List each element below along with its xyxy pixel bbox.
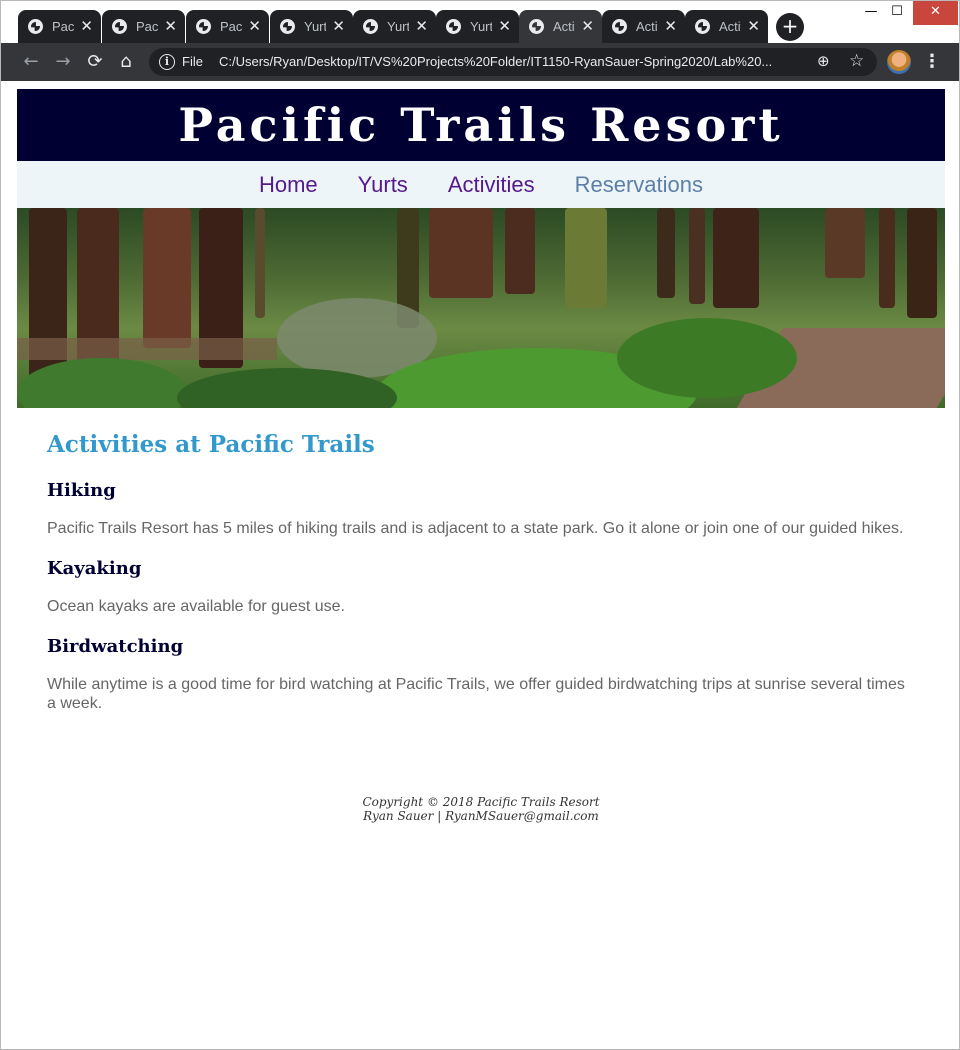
profile-avatar[interactable]	[887, 50, 911, 74]
section-heading-hiking: Hiking	[47, 480, 116, 501]
globe-icon	[363, 19, 378, 34]
globe-icon	[112, 19, 127, 34]
tree-trunk	[689, 208, 705, 304]
browser-tab[interactable]: Yurts ✕	[270, 10, 353, 43]
tab-title: Pacific Trails Resort	[220, 19, 242, 34]
site-info-icon[interactable]: i	[159, 54, 175, 70]
main-nav: Home Yurts Activities Reservations	[17, 161, 945, 208]
globe-icon	[612, 19, 627, 34]
address-bar[interactable]: i File C:/Users/Ryan/Desktop/IT/VS%20Pro…	[149, 48, 877, 76]
minimize-button[interactable]: —	[859, 1, 883, 25]
globe-icon	[280, 19, 295, 34]
tab-title: Yurts	[470, 19, 492, 34]
close-tab-icon[interactable]: ✕	[80, 19, 93, 34]
menu-icon[interactable]: ⋮	[923, 49, 941, 75]
reload-icon[interactable]: ⟳	[84, 51, 106, 73]
tree-trunk	[505, 208, 535, 294]
section-text-birdwatching: While anytime is a good time for bird wa…	[47, 676, 905, 712]
tree-trunk	[657, 208, 675, 298]
zoom-icon[interactable]: ⊕	[817, 52, 830, 70]
tree-trunk	[907, 208, 937, 318]
nav-link-home[interactable]: Home	[239, 161, 338, 208]
hero-forest-image	[17, 208, 945, 408]
trail-path	[17, 338, 277, 360]
back-arrow-icon[interactable]: ←	[20, 51, 42, 73]
tree-trunk	[825, 208, 865, 278]
main-content: Activities at Pacific Trails Hiking Paci…	[17, 430, 945, 713]
tree-trunk	[255, 208, 265, 318]
browser-tab[interactable]: Pacific Trails Resort ✕	[18, 10, 101, 43]
tab-title: Activities	[719, 19, 741, 34]
copyright-text: Copyright © 2018 Pacific Trails Resort	[362, 795, 600, 809]
section-heading-kayaking: Kayaking	[47, 558, 142, 579]
close-tab-icon[interactable]: ✕	[248, 19, 261, 34]
tree-trunk	[879, 208, 895, 308]
globe-icon	[446, 19, 461, 34]
maximize-button[interactable]: ☐	[885, 1, 909, 25]
browser-tab[interactable]: Yurts ✕	[353, 10, 436, 43]
browser-tab[interactable]: Pacific Trails Resort ✕	[186, 10, 269, 43]
section-heading-birdwatching: Birdwatching	[47, 636, 184, 657]
browser-tab[interactable]: Activities ✕	[602, 10, 685, 43]
globe-icon	[529, 19, 544, 34]
browser-toolbar: ← → ⟳ ⌂ i File C:/Users/Ryan/Desktop/IT/…	[1, 43, 959, 81]
close-window-button[interactable]: ✕	[913, 1, 958, 25]
close-tab-icon[interactable]: ✕	[664, 19, 677, 34]
section-text-kayaking: Ocean kayaks are available for guest use…	[47, 598, 345, 615]
site-header: Pacific Trails Resort	[17, 89, 945, 161]
tree-trunk	[143, 208, 191, 348]
section-text-hiking: Pacific Trails Resort has 5 miles of hik…	[47, 520, 904, 537]
close-tab-icon[interactable]: ✕	[498, 19, 511, 34]
globe-icon	[28, 19, 43, 34]
globe-icon	[196, 19, 211, 34]
nav-link-activities[interactable]: Activities	[428, 161, 555, 208]
browser-window: Pacific Trails Resort ✕ Pacific Trails R…	[0, 0, 960, 1050]
tree-trunk	[429, 208, 493, 298]
page-heading: Activities at Pacific Trails	[47, 431, 375, 458]
tab-strip: Pacific Trails Resort ✕ Pacific Trails R…	[1, 1, 959, 43]
nav-link-yurts[interactable]: Yurts	[338, 161, 428, 208]
tree-trunk	[565, 208, 607, 308]
tab-title: Pacific Trails Resort	[136, 19, 158, 34]
tab-title: Activities	[553, 19, 575, 34]
close-tab-icon[interactable]: ✕	[747, 19, 760, 34]
browser-tab-active[interactable]: Activities ✕	[519, 10, 602, 43]
close-tab-icon[interactable]: ✕	[581, 19, 594, 34]
tab-title: Yurts	[387, 19, 409, 34]
forward-arrow-icon[interactable]: →	[52, 51, 74, 73]
tree-trunk	[713, 208, 759, 308]
close-tab-icon[interactable]: ✕	[415, 19, 428, 34]
nav-link-reservations[interactable]: Reservations	[555, 161, 723, 208]
web-page: Pacific Trails Resort Home Yurts Activit…	[1, 81, 959, 1049]
close-tab-icon[interactable]: ✕	[332, 19, 345, 34]
author-contact: Ryan Sauer | RyanMSauer@gmail.com	[363, 809, 599, 823]
site-title: Pacific Trails Resort	[178, 98, 784, 152]
browser-tab[interactable]: Pacific Trails Resort ✕	[102, 10, 185, 43]
close-tab-icon[interactable]: ✕	[164, 19, 177, 34]
tab-title: Yurts	[304, 19, 326, 34]
globe-icon	[695, 19, 710, 34]
browser-tab[interactable]: Activities ✕	[685, 10, 768, 43]
tab-title: Pacific Trails Resort	[52, 19, 74, 34]
tab-title: Activities	[636, 19, 658, 34]
browser-tab[interactable]: Yurts ✕	[436, 10, 519, 43]
page-footer: Copyright © 2018 Pacific Trails Resort R…	[17, 795, 945, 823]
home-icon[interactable]: ⌂	[115, 51, 137, 73]
url-text[interactable]: C:/Users/Ryan/Desktop/IT/VS%20Projects%2…	[219, 54, 809, 69]
new-tab-button[interactable]: +	[776, 13, 804, 41]
page-wrapper: Pacific Trails Resort Home Yurts Activit…	[17, 89, 945, 823]
scheme-label: File	[182, 54, 203, 69]
bookmark-star-icon[interactable]: ☆	[849, 51, 864, 71]
fern-foliage	[617, 318, 797, 398]
